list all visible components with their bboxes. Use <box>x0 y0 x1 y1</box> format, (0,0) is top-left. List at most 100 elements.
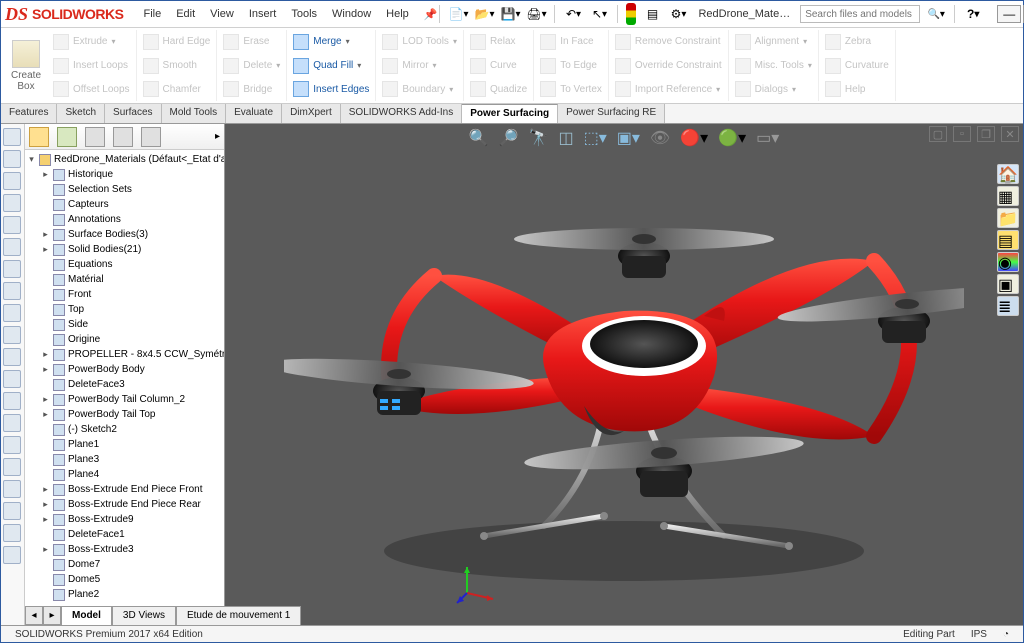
view-orientation-icon[interactable]: ⬚▾ <box>584 128 607 148</box>
tab-dimxpert[interactable]: DimXpert <box>282 104 341 123</box>
tab-power-surfacing-re[interactable]: Power Surfacing RE <box>558 104 665 123</box>
print-icon[interactable]: 🖨▾ <box>526 4 546 24</box>
dropdown-arrow-icon[interactable]: ▾ <box>276 61 280 70</box>
tree-item[interactable]: Plane1 <box>27 437 222 452</box>
ribbon-cmd-bridge[interactable]: Bridge <box>223 77 280 101</box>
left-tool-icon-4[interactable] <box>3 216 21 234</box>
resources-icon[interactable]: ▦ <box>997 186 1019 206</box>
expand-icon[interactable]: ▸ <box>41 394 50 405</box>
minimize-button[interactable]: — <box>997 5 1021 23</box>
status-units[interactable]: IPS <box>971 629 987 640</box>
left-tool-icon-15[interactable] <box>3 458 21 476</box>
menu-window[interactable]: Window <box>332 8 371 21</box>
dimxpert-manager-icon[interactable] <box>113 127 133 147</box>
bottom-tab-3d-views[interactable]: 3D Views <box>112 606 176 625</box>
tab-surfaces[interactable]: Surfaces <box>105 104 161 123</box>
select-icon[interactable]: ↖▾ <box>589 4 609 24</box>
rebuild-status-icon[interactable] <box>626 3 636 25</box>
ribbon-cmd-alignment[interactable]: Alignment▾ <box>735 30 812 54</box>
tree-item[interactable]: ▸Boss-Extrude9 <box>27 512 222 527</box>
ribbon-cmd-misc-tools[interactable]: Misc. Tools▾ <box>735 54 812 78</box>
appearances-icon[interactable]: ▣ <box>997 274 1019 294</box>
tree-root[interactable]: ▾RedDrone_Materials (Défaut<_Etat d'a <box>27 152 222 167</box>
ribbon-cmd-dialogs[interactable]: Dialogs▾ <box>735 77 812 101</box>
tree-item[interactable]: Side <box>27 317 222 332</box>
ribbon-cmd-delete[interactable]: Delete▾ <box>223 54 280 78</box>
display-style-icon[interactable]: ▣▾ <box>617 128 640 148</box>
save-icon[interactable]: 💾▾ <box>500 4 520 24</box>
file-explorer-icon[interactable]: ▤ <box>997 230 1019 250</box>
bottom-tab-model[interactable]: Model <box>61 606 112 625</box>
custom-props-icon[interactable]: ≣ <box>997 296 1019 316</box>
dropdown-arrow-icon[interactable]: ▾ <box>433 61 437 70</box>
tab-features[interactable]: Features <box>1 104 57 123</box>
bottom-tab-etude-de-mouvement-1[interactable]: Etude de mouvement 1 <box>176 606 301 625</box>
left-tool-icon-16[interactable] <box>3 480 21 498</box>
view-palette-icon[interactable]: ◉ <box>997 252 1019 272</box>
expand-icon[interactable]: ▸ <box>41 364 50 375</box>
menu-file[interactable]: File <box>143 8 161 21</box>
left-tool-icon-11[interactable] <box>3 370 21 388</box>
ribbon-cmd-boundary[interactable]: Boundary▾ <box>382 77 457 101</box>
expand-icon[interactable]: ▸ <box>41 484 50 495</box>
ribbon-cmd-curve[interactable]: Curve <box>470 54 527 78</box>
dropdown-arrow-icon[interactable]: ▾ <box>716 85 720 94</box>
home-icon[interactable]: 🏠 <box>997 164 1019 184</box>
tree-item[interactable]: ▸PowerBody Tail Column_2 <box>27 392 222 407</box>
ribbon-cmd-import-reference[interactable]: Import Reference▾ <box>615 77 722 101</box>
ribbon-cmd-help[interactable]: Help <box>825 77 889 101</box>
orientation-triad[interactable] <box>455 561 499 605</box>
ribbon-cmd-insert-edges[interactable]: Insert Edges <box>293 77 369 101</box>
graphics-viewport[interactable]: 🔍 🔎 🔭 ◫ ⬚▾ ▣▾ 👁 🔴▾ 🟢▾ ▭▾ ▢ ▫ ❐ ✕ 🏠 ▦ 📁 ▤… <box>225 124 1023 627</box>
left-tool-icon-9[interactable] <box>3 326 21 344</box>
ribbon-cmd-remove-constraint[interactable]: Remove Constraint <box>615 30 722 54</box>
left-tool-icon-8[interactable] <box>3 304 21 322</box>
viewport-min-icon[interactable]: ▫ <box>953 126 971 142</box>
search-input[interactable] <box>800 5 920 23</box>
ribbon-cmd-chamfer[interactable]: Chamfer <box>143 77 211 101</box>
config-manager-icon[interactable] <box>85 127 105 147</box>
ribbon-cmd-relax[interactable]: Relax <box>470 30 527 54</box>
tree-item[interactable]: Capteurs <box>27 197 222 212</box>
tree-item[interactable]: DeleteFace1 <box>27 527 222 542</box>
open-doc-icon[interactable]: 📂▾ <box>474 4 494 24</box>
ribbon-cmd-merge[interactable]: Merge▾ <box>293 30 369 54</box>
ribbon-cmd-in-face[interactable]: In Face <box>540 30 602 54</box>
tree-item[interactable]: Top <box>27 302 222 317</box>
tree-item[interactable]: ▸Boss-Extrude3 <box>27 542 222 557</box>
dropdown-arrow-icon[interactable]: ▾ <box>449 85 453 94</box>
section-view-icon[interactable]: ◫ <box>558 128 573 148</box>
tree-item[interactable]: ▸PowerBody Body <box>27 362 222 377</box>
tree-item[interactable]: ▸Boss-Extrude End Piece Front <box>27 482 222 497</box>
left-tool-icon-14[interactable] <box>3 436 21 454</box>
expand-icon[interactable]: ▸ <box>41 409 50 420</box>
menu-edit[interactable]: Edit <box>176 8 195 21</box>
apply-scene-icon[interactable]: 🟢▾ <box>718 128 746 148</box>
search-scope-icon[interactable]: 🔍▾ <box>926 4 946 24</box>
ribbon-cmd-insert-loops[interactable]: Insert Loops <box>53 54 130 78</box>
edit-appearance-icon[interactable]: 🔴▾ <box>680 128 708 148</box>
ribbon-cmd-smooth[interactable]: Smooth <box>143 54 211 78</box>
tree-item[interactable]: Plane2 <box>27 587 222 602</box>
viewport-restore-icon[interactable]: ▢ <box>929 126 947 142</box>
create-box-button[interactable]: Create Box <box>5 30 47 101</box>
dropdown-arrow-icon[interactable]: ▾ <box>792 85 796 94</box>
ribbon-cmd-offset-loops[interactable]: Offset Loops <box>53 77 130 101</box>
left-tool-icon-18[interactable] <box>3 524 21 542</box>
tree-item[interactable]: Origine <box>27 332 222 347</box>
menu-insert[interactable]: Insert <box>249 8 277 21</box>
tree-item[interactable]: Matérial <box>27 272 222 287</box>
tree-item[interactable]: Dome5 <box>27 572 222 587</box>
collapse-icon[interactable]: ▾ <box>27 154 36 165</box>
options-list-icon[interactable]: ▤ <box>642 4 662 24</box>
tree-item[interactable]: Plane3 <box>27 452 222 467</box>
dropdown-arrow-icon[interactable]: ▾ <box>453 37 457 46</box>
new-doc-icon[interactable]: 📄▾ <box>448 4 468 24</box>
tree-item[interactable]: ▸PROPELLER - 8x4.5 CCW_Symétrique->? <box>27 347 222 362</box>
tree-item[interactable]: ▸Boss-Extrude End Piece Rear <box>27 497 222 512</box>
display-manager-icon[interactable] <box>141 127 161 147</box>
left-tool-icon-1[interactable] <box>3 150 21 168</box>
status-pin-icon[interactable]: ◔ <box>1003 629 1009 640</box>
expand-icon[interactable]: ▸ <box>41 229 50 240</box>
expand-icon[interactable]: ▸ <box>41 349 50 360</box>
